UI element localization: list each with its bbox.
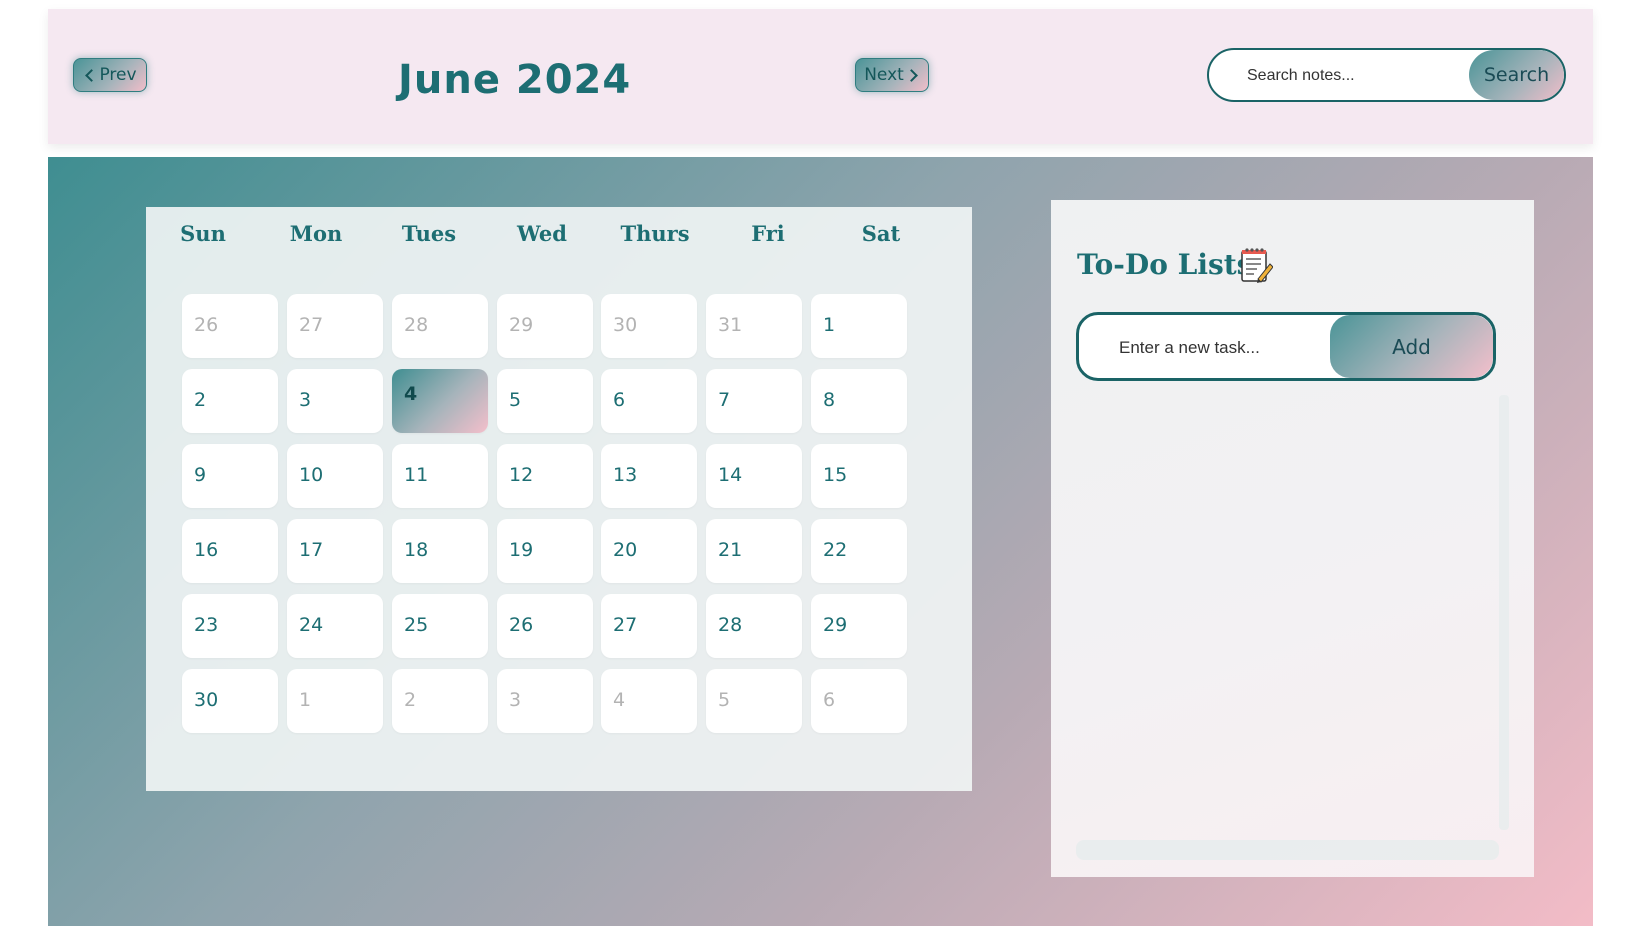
- day-cell[interactable]: 28: [706, 594, 802, 658]
- day-cell[interactable]: 11: [392, 444, 488, 508]
- search-button[interactable]: Search: [1469, 50, 1564, 100]
- day-cell[interactable]: 30: [601, 294, 697, 358]
- weekday-sat: Sat: [861, 221, 901, 246]
- add-task-button[interactable]: Add: [1330, 315, 1493, 378]
- day-cell[interactable]: 18: [392, 519, 488, 583]
- next-month-button[interactable]: Next: [855, 58, 929, 92]
- day-cell-today[interactable]: 4: [392, 369, 488, 433]
- day-cell[interactable]: 2: [182, 369, 278, 433]
- task-input[interactable]: [1117, 315, 1321, 378]
- day-cell[interactable]: 1: [287, 669, 383, 733]
- task-entry: Add: [1076, 312, 1496, 381]
- day-cell[interactable]: 9: [182, 444, 278, 508]
- day-cell[interactable]: 7: [706, 369, 802, 433]
- search-input[interactable]: [1245, 50, 1469, 100]
- day-cell[interactable]: 26: [182, 294, 278, 358]
- day-cell[interactable]: 27: [287, 294, 383, 358]
- weekday-wed: Wed: [517, 221, 567, 246]
- day-cell[interactable]: 30: [182, 669, 278, 733]
- day-cell[interactable]: 8: [811, 369, 907, 433]
- day-cell[interactable]: 14: [706, 444, 802, 508]
- day-cell[interactable]: 19: [497, 519, 593, 583]
- day-cell[interactable]: 21: [706, 519, 802, 583]
- day-cell[interactable]: 2: [392, 669, 488, 733]
- vertical-scrollbar[interactable]: [1499, 395, 1509, 830]
- weekday-sun: Sun: [180, 221, 226, 246]
- day-cell[interactable]: 29: [497, 294, 593, 358]
- day-cell[interactable]: 3: [497, 669, 593, 733]
- day-cell[interactable]: 20: [601, 519, 697, 583]
- day-cell[interactable]: 27: [601, 594, 697, 658]
- day-cell[interactable]: 22: [811, 519, 907, 583]
- day-cell[interactable]: 10: [287, 444, 383, 508]
- search-box: Search: [1207, 48, 1566, 102]
- day-cell[interactable]: 25: [392, 594, 488, 658]
- day-cell[interactable]: 6: [601, 369, 697, 433]
- todo-panel: To-Do Lists Add: [1051, 200, 1534, 877]
- notepad-pencil-icon: [1241, 248, 1273, 283]
- calendar-grid: Sun Mon Tues Wed Thurs Fri Sat 26 27 28 29 3…: [146, 207, 972, 791]
- day-cell[interactable]: 12: [497, 444, 593, 508]
- day-cell[interactable]: 5: [706, 669, 802, 733]
- prev-month-button[interactable]: Prev: [73, 58, 147, 92]
- calendar-header: Prev June 2024 Next Search: [48, 9, 1593, 144]
- day-cell[interactable]: 6: [811, 669, 907, 733]
- next-label: Next: [864, 65, 904, 85]
- day-cell[interactable]: 3: [287, 369, 383, 433]
- day-cell[interactable]: 26: [497, 594, 593, 658]
- weekday-thurs: Thurs: [620, 221, 690, 246]
- weekday-tues: Tues: [401, 221, 457, 246]
- day-cell[interactable]: 24: [287, 594, 383, 658]
- day-cell[interactable]: 17: [287, 519, 383, 583]
- day-cell[interactable]: 1: [811, 294, 907, 358]
- day-cell[interactable]: 28: [392, 294, 488, 358]
- weekday-fri: Fri: [751, 221, 785, 246]
- main-area: Sun Mon Tues Wed Thurs Fri Sat 26 27 28 29 3…: [48, 157, 1593, 926]
- day-cell[interactable]: 5: [497, 369, 593, 433]
- day-cell[interactable]: 13: [601, 444, 697, 508]
- day-cell[interactable]: 16: [182, 519, 278, 583]
- chevron-left-icon: [85, 68, 99, 82]
- chevron-right-icon: [904, 68, 918, 82]
- day-cell[interactable]: 4: [601, 669, 697, 733]
- weekday-mon: Mon: [289, 221, 343, 246]
- prev-label: Prev: [99, 65, 137, 85]
- todo-list: [1076, 395, 1496, 825]
- day-cell[interactable]: 15: [811, 444, 907, 508]
- month-title: June 2024: [398, 57, 632, 103]
- day-cell[interactable]: 31: [706, 294, 802, 358]
- day-cell[interactable]: 23: [182, 594, 278, 658]
- day-cell[interactable]: 29: [811, 594, 907, 658]
- horizontal-scrollbar[interactable]: [1076, 840, 1499, 860]
- todo-title: To-Do Lists: [1077, 248, 1253, 281]
